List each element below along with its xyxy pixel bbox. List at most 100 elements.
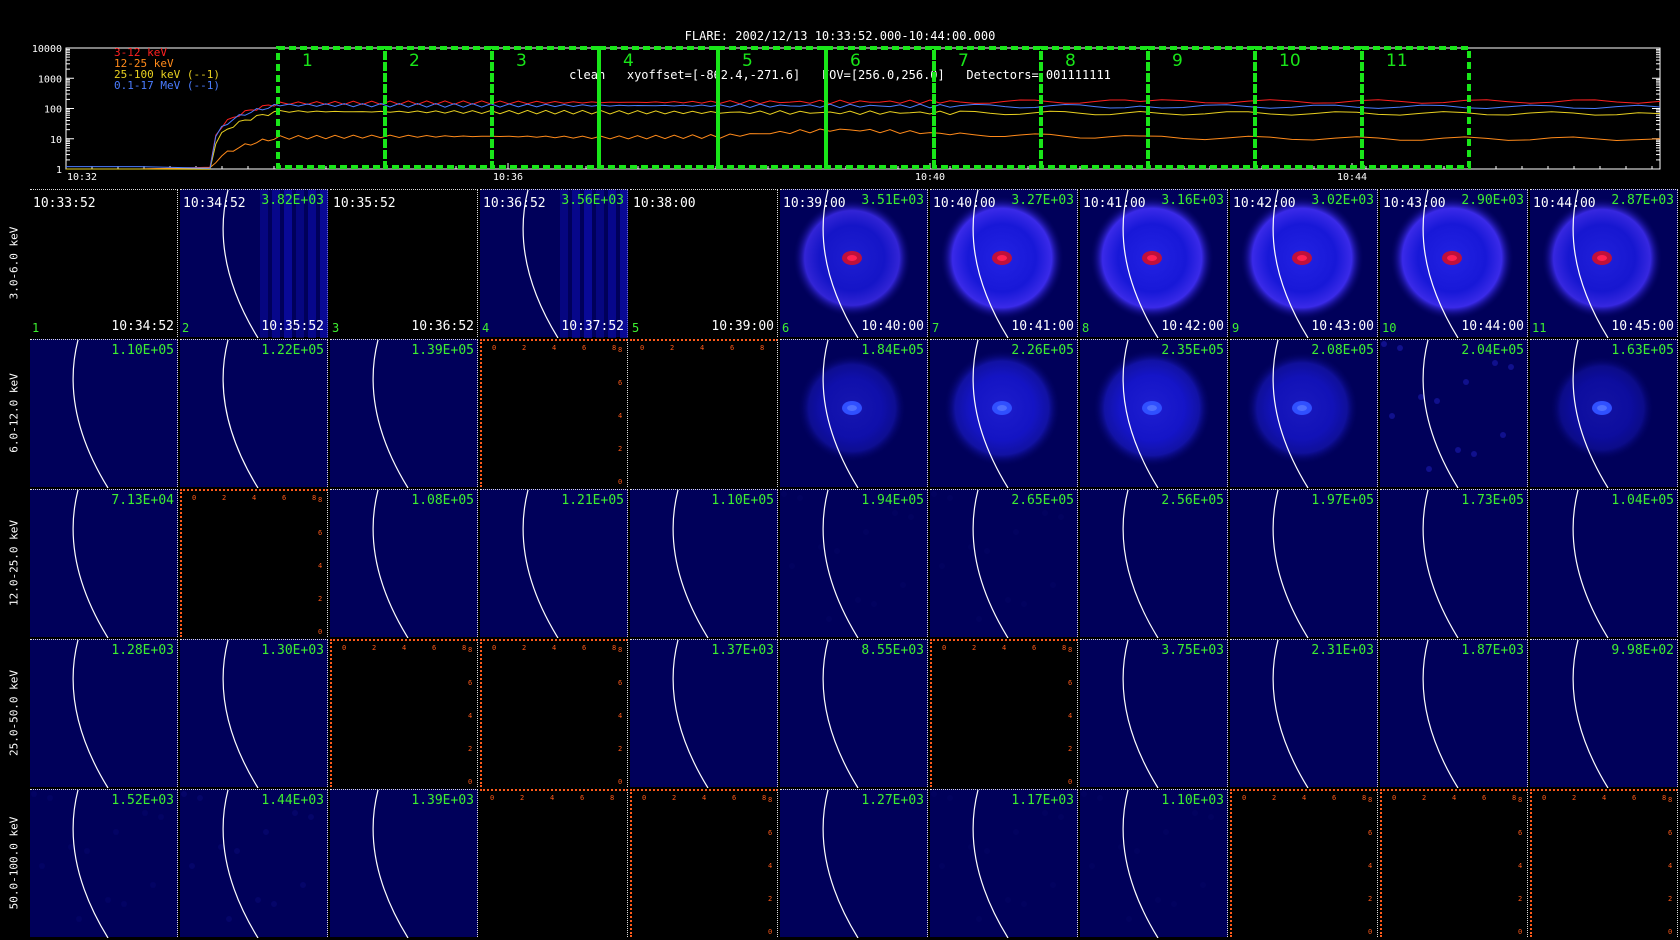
noise-speck (226, 916, 232, 922)
panel-tick-label: 6 (732, 794, 736, 802)
stripe-artifact (560, 190, 568, 338)
stripe-artifact (620, 190, 628, 338)
panel-start-time: 10:35:52 (333, 196, 396, 211)
image-panel: 1.27E+03 (780, 789, 928, 938)
panel-image (672, 640, 709, 788)
row-label: 12.0-25.0 keV (0, 489, 28, 637)
image-panel: 0 0 2 2 4 4 6 6 88 (1530, 789, 1678, 937)
y-tick-label: 1 (56, 165, 62, 176)
noise-speck (789, 563, 795, 569)
interval-box-5 (716, 46, 828, 169)
noise-speck (1500, 432, 1506, 438)
noise-speck (292, 810, 298, 816)
image-panel: 10:39:00 10:40:00 6 3.51E+03 (780, 189, 928, 338)
image-panel: 0 2 4 6 8 (630, 339, 778, 487)
panel-tick-label: 2 (1368, 895, 1372, 903)
limb-arc (1272, 490, 1309, 638)
panel-image (31, 790, 164, 938)
emission-core-bright (1447, 255, 1457, 261)
image-panel: 10:33:52 10:34:52 1 (30, 189, 178, 337)
panel-index: 8 (1082, 321, 1090, 335)
panel-image (792, 190, 912, 338)
panel-tick-label: 4 (1518, 862, 1522, 870)
panel-image (1090, 190, 1214, 338)
panel-tick-label: 2 (1572, 794, 1576, 802)
panel-tick-label: 0 (490, 794, 494, 802)
image-panel: 10:41:00 10:42:00 8 3.16E+03 (1080, 189, 1228, 338)
noise-speck (1021, 601, 1027, 607)
panel-image (222, 190, 328, 338)
limb-arc (822, 790, 859, 938)
panel-tick-label: 8 (610, 794, 614, 802)
panel-tick-label: 0 (618, 778, 622, 786)
panel-start-time: 10:44:00 (1533, 196, 1596, 211)
panel-tick-label: 2 (520, 794, 524, 802)
panel-peak-value: 1.94E+05 (861, 493, 924, 508)
panel-peak-value: 1.21E+05 (561, 493, 624, 508)
panel-index: 7 (932, 321, 940, 335)
image-panel: 1.39E+03 (330, 789, 478, 938)
noise-speck (1089, 863, 1095, 869)
panel-tick-label: 6 (282, 494, 286, 502)
noise-speck (826, 616, 832, 622)
panel-index: 6 (782, 321, 790, 335)
panel-tick-label: 8 (762, 794, 766, 802)
image-panel: 10:43:00 10:44:00 10 2.90E+03 (1380, 189, 1528, 338)
noise-speck (1134, 848, 1140, 854)
panel-start-time: 10:33:52 (33, 196, 96, 211)
y-tick-label: 10 (50, 135, 62, 146)
panel-image (1422, 640, 1459, 788)
image-panel: 9.98E+02 (1530, 639, 1678, 788)
image-panel: 1.63E+05 (1530, 339, 1678, 488)
panel-image (1549, 340, 1655, 488)
interval-box-10 (1253, 46, 1364, 169)
limb-arc (1422, 490, 1459, 638)
panel-image (943, 340, 1061, 488)
panel-image: 0 2 4 6 8 (490, 794, 614, 802)
y-tick-label: 100 (44, 105, 62, 116)
emission-core-bright (1597, 255, 1607, 261)
panel-tick-label: 4 (402, 644, 406, 652)
panel-tick-label: 6 (432, 644, 436, 652)
noise-speck (300, 882, 306, 888)
noise-speck (1021, 901, 1027, 907)
panel-image (822, 790, 859, 938)
image-panel: 0 0 2 2 4 4 6 6 88 (1230, 789, 1378, 937)
noise-speck (1163, 829, 1169, 835)
series-line-0 (66, 99, 1661, 170)
interval-label-4: 4 (623, 51, 634, 71)
limb-arc (522, 190, 559, 338)
row-label: 3.0-6.0 keV (0, 189, 28, 337)
limb-arc (222, 640, 259, 788)
panel-end-time: 10:44:00 (1461, 319, 1524, 334)
panel-tick-label: 4 (1452, 794, 1456, 802)
noise-speck (39, 863, 45, 869)
emission-core-bright (1147, 405, 1157, 411)
image-grid: 10:33:52 10:34:52 1 10:34:52 10:35:52 2 3.82E+… (30, 189, 1680, 940)
image-panel: 1.22E+05 (180, 339, 328, 488)
panel-index: 4 (482, 321, 490, 335)
interval-box-3 (490, 46, 601, 169)
y-tick-label: 10000 (32, 44, 62, 55)
panel-tick-label: 8 (1668, 796, 1672, 804)
panel-peak-value: 1.22E+05 (261, 343, 324, 358)
noise-speck (1005, 597, 1011, 603)
panel-tick-label: 2 (618, 745, 622, 753)
panel-image: 0 0 2 2 4 4 6 6 88 (642, 794, 772, 936)
limb-arc (1422, 340, 1459, 488)
panel-tick-label: 0 (492, 644, 496, 652)
image-panel: 0 0 2 2 4 4 6 6 88 (480, 639, 628, 787)
panel-index: 3 (332, 321, 340, 335)
image-panel: 0 0 2 2 4 4 6 6 88 (1380, 789, 1528, 937)
image-panel: 0 0 2 2 4 4 6 6 88 (930, 639, 1078, 787)
panel-peak-value: 2.31E+03 (1311, 643, 1374, 658)
image-panel: 1.84E+05 (780, 339, 928, 488)
noise-speck (1042, 510, 1048, 516)
panel-peak-value: 1.10E+03 (1161, 793, 1224, 808)
image-panel: 2.04E+05 (1380, 339, 1528, 488)
panel-tick-label: 0 (1068, 778, 1072, 786)
limb-arc (822, 640, 859, 788)
panel-peak-value: 3.51E+03 (861, 193, 924, 208)
panel-end-time: 10:39:00 (711, 319, 774, 334)
panel-image (1122, 490, 1159, 638)
